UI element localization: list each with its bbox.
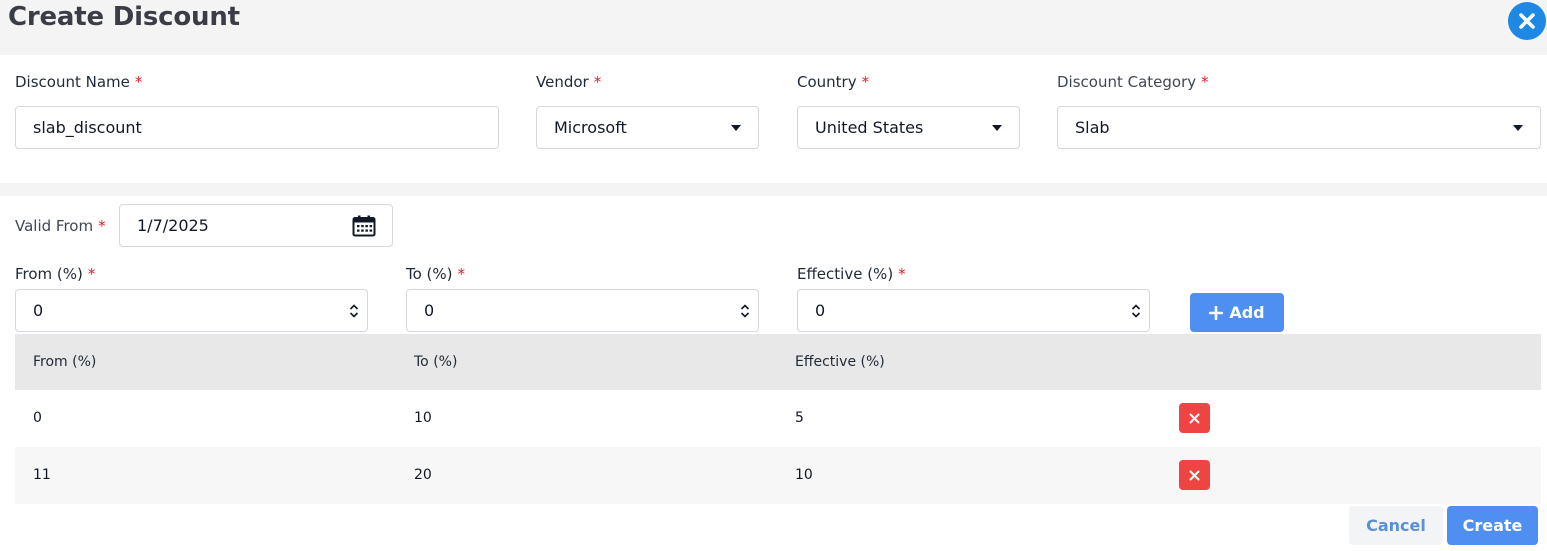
chevron-down-icon — [992, 124, 1002, 131]
from-pct-input[interactable]: 0 — [15, 289, 368, 332]
close-icon — [1519, 13, 1535, 29]
discount-details-card: Discount Name * slab_discount Vendor * Mic… — [0, 55, 1547, 183]
valid-from-value: 1/7/2025 — [137, 216, 209, 235]
effective-pct-label: Effective (%) * — [797, 265, 906, 283]
cell-to: 10 — [414, 410, 432, 426]
discount-category-value: Slab — [1075, 118, 1110, 137]
stepper-icon[interactable] — [1131, 303, 1141, 319]
from-pct-label: From (%) * — [15, 265, 96, 283]
discount-name-input[interactable]: slab_discount — [15, 106, 499, 149]
table-row: 0 10 5 — [15, 390, 1541, 447]
discount-name-value: slab_discount — [33, 118, 142, 137]
vendor-value: Microsoft — [554, 118, 627, 137]
add-slab-button[interactable]: Add — [1190, 293, 1284, 332]
vendor-select[interactable]: Microsoft — [536, 106, 759, 149]
to-pct-value: 0 — [424, 301, 435, 320]
close-icon — [1189, 413, 1200, 423]
effective-pct-value: 0 — [815, 301, 826, 320]
valid-from-date-input[interactable]: 1/7/2025 — [119, 204, 393, 247]
country-select[interactable]: United States — [797, 106, 1020, 149]
country-value: United States — [815, 118, 924, 137]
stepper-icon[interactable] — [740, 303, 750, 319]
to-pct-label: To (%) * — [406, 265, 466, 283]
stepper-icon[interactable] — [349, 303, 359, 319]
cell-to: 20 — [414, 467, 432, 483]
page-title: Create Discount — [8, 2, 240, 32]
close-button[interactable] — [1508, 2, 1546, 40]
valid-from-label: Valid From * — [15, 217, 106, 235]
to-pct-input[interactable]: 0 — [406, 289, 759, 332]
country-label: Country * — [797, 73, 870, 91]
cell-effective: 5 — [795, 410, 804, 426]
effective-pct-input[interactable]: 0 — [797, 289, 1150, 332]
plus-icon — [1209, 305, 1224, 320]
chevron-down-icon — [731, 124, 741, 131]
column-header-from: From (%) — [33, 354, 97, 370]
from-pct-value: 0 — [33, 301, 44, 320]
discount-category-label: Discount Category * — [1057, 73, 1209, 91]
column-header-to: To (%) — [414, 354, 458, 370]
cell-effective: 10 — [795, 467, 813, 483]
add-label: Add — [1229, 303, 1265, 322]
calendar-icon[interactable] — [352, 215, 376, 237]
cell-from: 11 — [33, 467, 51, 483]
cell-from: 0 — [33, 410, 42, 426]
close-icon — [1189, 470, 1200, 480]
chevron-down-icon — [1513, 124, 1523, 131]
cancel-button[interactable]: Cancel — [1349, 506, 1443, 545]
slab-table-header: From (%) To (%) Effective (%) — [15, 334, 1541, 390]
delete-row-button[interactable] — [1179, 403, 1210, 433]
vendor-label: Vendor * — [536, 73, 602, 91]
column-header-effective: Effective (%) — [795, 354, 885, 370]
discount-category-select[interactable]: Slab — [1057, 106, 1541, 149]
delete-row-button[interactable] — [1179, 460, 1210, 490]
create-discount-modal: Create Discount Discount Name * slab_disc… — [0, 0, 1547, 551]
table-row: 11 20 10 — [15, 447, 1541, 504]
discount-name-label: Discount Name * — [15, 73, 143, 91]
create-button[interactable]: Create — [1447, 506, 1538, 545]
